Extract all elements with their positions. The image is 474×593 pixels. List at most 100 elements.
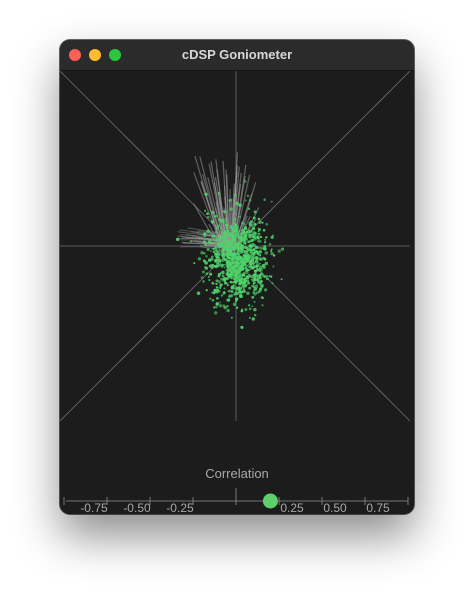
signal-dot bbox=[220, 240, 225, 245]
signal-dot bbox=[262, 228, 266, 232]
signal-dot bbox=[215, 227, 218, 230]
signal-dot bbox=[237, 270, 240, 274]
signal-dot bbox=[222, 246, 226, 250]
signal-dot bbox=[252, 235, 255, 239]
signal-dot bbox=[243, 230, 246, 234]
signal-dot bbox=[218, 239, 221, 242]
signal-dot bbox=[254, 245, 259, 250]
signal-dot bbox=[252, 262, 255, 265]
signal-dot bbox=[216, 242, 220, 246]
signal-dot bbox=[233, 218, 237, 221]
signal-dot bbox=[229, 231, 233, 235]
title-bar[interactable]: cDSP Goniometer bbox=[60, 40, 414, 71]
signal-dot bbox=[244, 307, 248, 312]
signal-dot bbox=[198, 237, 201, 240]
signal-dot bbox=[245, 258, 248, 261]
signal-dot bbox=[225, 258, 228, 261]
signal-dot bbox=[219, 219, 222, 223]
goniometer-panel: Correlation -0.75 -0.50 -0.25 0.25 0.50 … bbox=[60, 71, 414, 514]
signal-dot bbox=[248, 240, 251, 244]
signal-dot bbox=[244, 234, 248, 238]
signal-dot bbox=[234, 297, 239, 301]
signal-dot bbox=[232, 262, 235, 265]
signal-dot bbox=[263, 288, 268, 292]
signal-dot bbox=[226, 284, 229, 287]
signal-dot bbox=[254, 275, 257, 278]
signal-dot bbox=[241, 221, 244, 224]
correlation-tick-label: -0.50 bbox=[123, 501, 151, 514]
signal-dot bbox=[226, 245, 229, 248]
signal-dot bbox=[213, 290, 217, 294]
signal-dot bbox=[228, 295, 231, 298]
signal-dot bbox=[209, 272, 213, 276]
signal-dot bbox=[220, 294, 224, 297]
signal-dot bbox=[263, 257, 265, 260]
signal-dot bbox=[244, 283, 248, 287]
signal-dot bbox=[270, 248, 273, 251]
correlation-tick-label: 0.75 bbox=[366, 501, 390, 514]
signal-dot bbox=[254, 313, 257, 317]
signal-dot bbox=[193, 262, 196, 265]
signal-dot bbox=[265, 222, 269, 226]
signal-dot bbox=[218, 218, 221, 221]
signal-dot bbox=[237, 253, 240, 256]
correlation-tick-label: 0.50 bbox=[323, 501, 347, 514]
signal-dot bbox=[242, 238, 246, 242]
signal-dot bbox=[201, 270, 205, 274]
signal-dot bbox=[242, 268, 245, 270]
signal-dot bbox=[221, 235, 226, 239]
signal-dot bbox=[218, 256, 221, 259]
signal-dot bbox=[252, 252, 256, 256]
signal-dot bbox=[258, 276, 262, 280]
signal-dot bbox=[249, 245, 252, 248]
signal-dot bbox=[251, 295, 255, 299]
signal-dot bbox=[269, 275, 273, 278]
signal-dot bbox=[230, 290, 234, 293]
signal-dot bbox=[277, 249, 281, 253]
goniometer-window: cDSP Goniometer Correlation -0.75 -0.50 … bbox=[60, 40, 414, 514]
signal-dot bbox=[218, 304, 223, 308]
signal-dot bbox=[206, 247, 210, 252]
signal-dot bbox=[247, 207, 251, 210]
signal-dot bbox=[223, 218, 228, 222]
signal-dot bbox=[252, 282, 256, 285]
signal-dot bbox=[252, 216, 256, 220]
signal-dot bbox=[232, 242, 235, 245]
signal-dot bbox=[228, 198, 232, 202]
signal-dot bbox=[255, 257, 259, 260]
signal-dot bbox=[233, 253, 237, 257]
signal-dot bbox=[218, 234, 222, 238]
correlation-tick-label: -0.75 bbox=[80, 501, 108, 514]
signal-dot bbox=[254, 272, 257, 275]
signal-dot bbox=[221, 231, 224, 234]
signal-dot bbox=[221, 278, 225, 282]
signal-dot bbox=[216, 262, 220, 265]
signal-dot bbox=[259, 257, 263, 261]
goniometer-scope bbox=[60, 71, 411, 509]
signal-dot bbox=[238, 278, 243, 283]
signal-dot bbox=[216, 224, 220, 228]
signal-dot bbox=[247, 273, 251, 277]
signal-dot bbox=[258, 267, 262, 271]
signal-dot bbox=[263, 244, 267, 248]
signal-dot bbox=[259, 235, 263, 239]
signal-dot bbox=[220, 265, 224, 268]
signal-dot bbox=[251, 317, 255, 321]
signal-dot bbox=[207, 240, 212, 244]
signal-dot bbox=[258, 220, 262, 224]
signal-dot bbox=[216, 286, 219, 289]
signal-dot bbox=[221, 253, 224, 257]
signal-dot bbox=[261, 304, 264, 307]
signal-dot bbox=[252, 285, 257, 289]
signal-dot bbox=[248, 316, 251, 319]
signal-dot bbox=[215, 302, 220, 306]
signal-dot bbox=[203, 232, 207, 236]
signal-dot bbox=[236, 250, 240, 253]
signal-dot bbox=[245, 238, 248, 241]
signal-dot bbox=[235, 201, 239, 206]
signal-dot bbox=[196, 291, 201, 296]
signal-dot bbox=[264, 251, 269, 255]
signal-dot bbox=[225, 254, 229, 257]
signal-dot bbox=[215, 251, 220, 255]
signal-dot bbox=[239, 246, 242, 250]
